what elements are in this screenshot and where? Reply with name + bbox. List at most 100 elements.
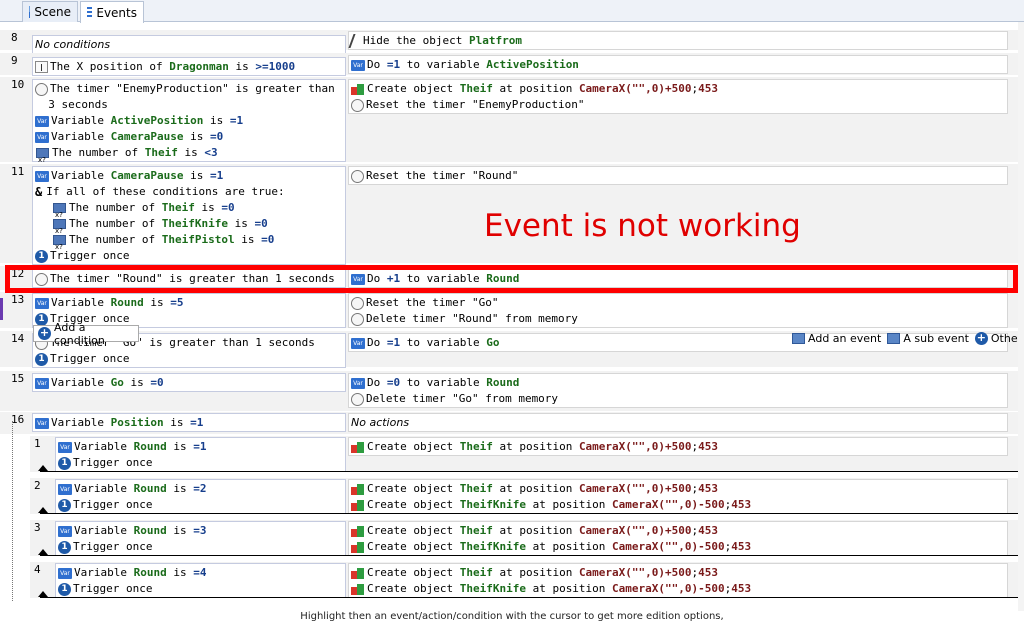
statement-line[interactable]: The number of TheifKnife is =0 <box>33 216 345 239</box>
conditions-box[interactable]: The X position of Dragonman is >=1000 <box>32 57 346 76</box>
actions-box[interactable]: Create object Theif at position CameraX(… <box>348 437 1008 456</box>
parameter-value: Theif <box>144 146 178 159</box>
statement-line[interactable]: 3 seconds <box>33 97 345 113</box>
statement-text: ; <box>724 582 732 595</box>
statement-line[interactable]: Create object TheifKnife at position Cam… <box>349 581 1007 597</box>
actions-box[interactable]: Var Do =0 to variable Round Delete timer "… <box>348 373 1008 408</box>
statement-line[interactable]: The number of Theif is =0 <box>33 200 345 223</box>
actions-box[interactable]: Create object Theif at position CameraX(… <box>348 79 1008 114</box>
statement-text: Trigger once <box>50 249 130 262</box>
collapse-triangle-icon[interactable] <box>38 465 48 471</box>
statement-line[interactable]: Reset the timer "Go" <box>349 295 1007 311</box>
statement-line[interactable]: Var Variable Position is =1 <box>33 415 345 431</box>
add-event-label: Add an event <box>808 331 882 345</box>
statement-line[interactable]: Var Variable ActivePosition is =1 <box>33 113 345 129</box>
statement-text: at position <box>492 82 579 95</box>
statement-line[interactable]: Create object Theif at position CameraX(… <box>349 565 1007 581</box>
statement-line[interactable]: Var Variable Round is =2 <box>56 481 345 497</box>
statement-line[interactable]: Var Variable Go is =0 <box>33 375 345 391</box>
actions-box[interactable]: Reset the timer "Go" Delete timer "Round"… <box>348 293 1008 328</box>
actions-box[interactable]: No actions <box>348 413 1008 432</box>
statement-line[interactable]: 1 Trigger once <box>33 351 345 367</box>
statement-line[interactable]: Var Variable Round is =1 <box>56 439 345 455</box>
trigger-once-icon: 1 <box>58 498 71 512</box>
statement-line[interactable]: Create object TheifKnife at position Cam… <box>349 539 1007 555</box>
plus-icon: + <box>38 326 51 340</box>
statement-text: Variable <box>51 114 111 127</box>
add-event-icon <box>792 332 805 344</box>
conditions-box[interactable]: Var Variable Round is =3 1 Trigger once <box>55 521 346 556</box>
add-condition-button[interactable]: + Add a condition <box>33 321 139 347</box>
statement-line[interactable]: No actions <box>349 415 1007 431</box>
statement-text: at position <box>492 566 579 579</box>
object-count-icon <box>35 147 50 168</box>
statement-line[interactable]: Create object Theif at position CameraX(… <box>349 81 1007 97</box>
add-sub-event-button[interactable]: A sub event <box>887 332 969 345</box>
statement-line[interactable]: Delete timer "Go" from memory <box>349 391 1007 407</box>
statement-line[interactable]: The timer "EnemyProduction" is greater t… <box>33 81 345 97</box>
statement-text: The X position of <box>50 60 170 73</box>
statement-line[interactable]: Hide the object Platfrom <box>348 33 1007 49</box>
actions-box[interactable]: Reset the timer "Round" <box>348 166 1008 185</box>
tab-scene[interactable]: Scene <box>22 1 78 22</box>
variable-icon: Var <box>351 377 365 389</box>
actions-box[interactable]: Var Do =1 to variable ActivePosition <box>348 55 1008 74</box>
statement-line[interactable]: Var Variable CameraPause is =1 <box>33 168 345 184</box>
statement-line[interactable]: Var Variable Round is =3 <box>56 523 345 539</box>
statement-text: The number of <box>69 201 162 214</box>
statement-line[interactable]: 1 Trigger once <box>56 497 345 513</box>
conditions-box[interactable]: Var Variable Round is =1 1 Trigger once <box>55 437 346 472</box>
actions-box[interactable]: Create object Theif at position CameraX(… <box>348 521 1008 556</box>
actions-box[interactable]: Create object Theif at position CameraX(… <box>348 479 1008 514</box>
statement-text: is <box>166 440 194 453</box>
variable-icon: Var <box>35 417 49 429</box>
statement-text: Variable <box>51 296 111 309</box>
statement-line[interactable]: 1 Trigger once <box>33 248 345 264</box>
statement-line[interactable]: The number of TheifPistol is =0 <box>33 232 345 255</box>
parameter-value: Round <box>486 376 520 389</box>
object-count-icon <box>52 234 67 255</box>
actions-box[interactable]: Hide the object Platfrom <box>348 31 1008 50</box>
statement-line[interactable]: Reset the timer "EnemyProduction" <box>349 97 1007 113</box>
statement-line[interactable]: Var Variable CameraPause is =0 <box>33 129 345 145</box>
parameter-value: Theif <box>459 440 493 453</box>
other-button[interactable]: + Other <box>974 331 1022 345</box>
statement-line[interactable]: The number of Theif is <3 <box>33 145 345 168</box>
statement-line[interactable]: Create object Theif at position CameraX(… <box>349 481 1007 497</box>
collapse-triangle-icon[interactable] <box>38 507 48 513</box>
statement-line[interactable]: 1 Trigger once <box>56 581 345 597</box>
statement-text: is <box>194 201 222 214</box>
collapse-triangle-icon[interactable] <box>38 591 48 597</box>
collapse-triangle-icon[interactable] <box>38 549 48 555</box>
statement-line[interactable]: No conditions <box>33 37 345 53</box>
statement-line[interactable]: Var Do =0 to variable Round <box>349 375 1007 391</box>
statement-line[interactable]: Create object Theif at position CameraX(… <box>349 523 1007 539</box>
add-event-button[interactable]: Add an event <box>792 332 881 345</box>
conditions-box[interactable]: Var Variable Round is =4 1 Trigger once <box>55 563 346 598</box>
statement-line[interactable]: & If all of these conditions are true: <box>33 184 345 200</box>
conditions-box[interactable]: No conditions <box>32 35 346 54</box>
vertical-scrollbar[interactable] <box>1018 22 1024 611</box>
statement-line[interactable]: The X position of Dragonman is >=1000 <box>33 59 345 75</box>
statement-line[interactable]: 1 Trigger once <box>56 455 345 471</box>
tab-events[interactable]: Events <box>80 1 144 23</box>
conditions-box[interactable]: Var Variable Position is =1 <box>32 413 346 432</box>
parameter-value: Theif <box>459 82 493 95</box>
conditions-box[interactable]: Var Variable Round is =2 1 Trigger once <box>55 479 346 514</box>
conditions-box[interactable]: Var Variable Go is =0 <box>32 373 346 392</box>
statement-line[interactable]: Reset the timer "Round" <box>349 168 1007 184</box>
statement-text: Do <box>367 58 387 71</box>
statement-line[interactable]: Delete timer "Round" from memory <box>349 311 1007 327</box>
statement-line[interactable]: Var Do =1 to variable ActivePosition <box>349 57 1007 73</box>
statement-line[interactable]: Var Variable Round is =4 <box>56 565 345 581</box>
statement-line[interactable]: Create object TheifKnife at position Cam… <box>349 497 1007 513</box>
statement-line[interactable]: 1 Trigger once <box>56 539 345 555</box>
statement-text: 3 seconds <box>35 98 108 111</box>
parameter-value: 453 <box>698 482 719 495</box>
conditions-box[interactable]: Var Variable CameraPause is =1 & If all of … <box>32 166 346 265</box>
actions-box[interactable]: Create object Theif at position CameraX(… <box>348 563 1008 598</box>
statement-line[interactable]: Var Variable Round is =5 <box>33 295 345 311</box>
position-icon <box>35 61 48 73</box>
conditions-box[interactable]: The timer "EnemyProduction" is greater t… <box>32 79 346 168</box>
statement-line[interactable]: Create object Theif at position CameraX(… <box>349 439 1007 455</box>
